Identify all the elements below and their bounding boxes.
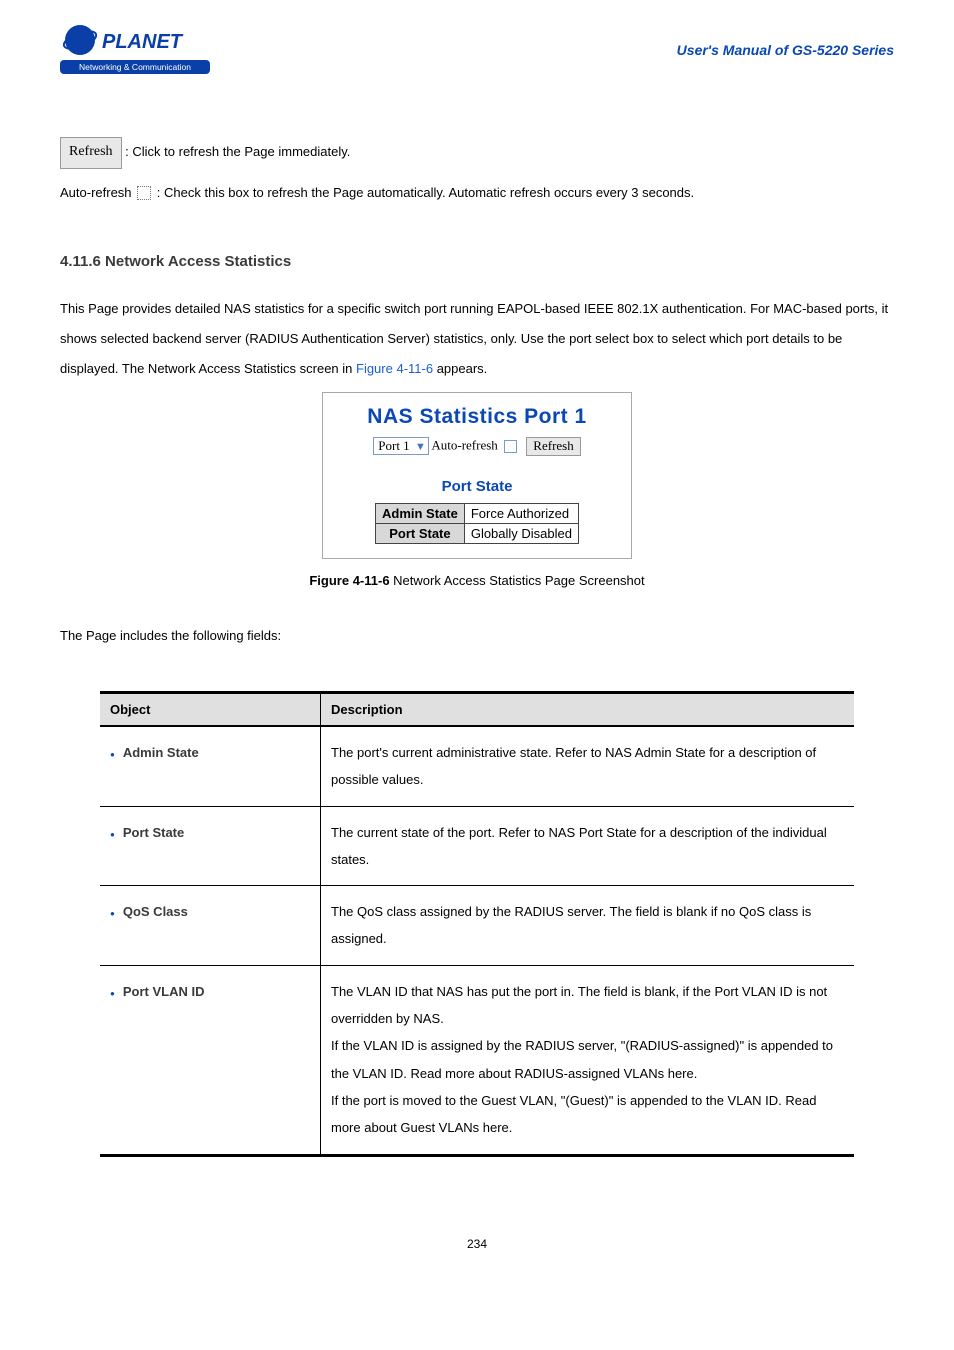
port-state-heading: Port State	[335, 478, 619, 495]
admin-state-label: Admin State	[375, 503, 464, 523]
chevron-down-icon: ▼	[413, 441, 426, 453]
bullet-icon: ●	[110, 829, 115, 842]
autorefresh-note-text: : Check this box to refresh the Page aut…	[157, 185, 694, 200]
section-para-tail: appears.	[433, 361, 487, 376]
logo-text-top: PLANET	[102, 31, 184, 53]
page-header: PLANET Networking & Communication User's…	[60, 22, 894, 77]
table-row: ● Admin State The port's current adminis…	[100, 726, 854, 806]
table-row: Admin State Force Authorized	[375, 503, 578, 523]
object-label: QoS Class	[123, 898, 188, 925]
figure-link[interactable]: Figure 4-11-6	[356, 361, 433, 376]
caption-prefix: Figure 4-11-6	[309, 573, 393, 588]
object-description: The QoS class assigned by the RADIUS ser…	[321, 886, 855, 966]
table-row: Port State Globally Disabled	[375, 523, 578, 543]
section-paragraph: This Page provides detailed NAS statisti…	[60, 294, 894, 384]
object-description: The current state of the port. Refer to …	[321, 806, 855, 886]
screenshot-title: NAS Statistics Port 1	[335, 405, 619, 429]
col-header-object: Object	[100, 692, 321, 726]
logo-text-bottom: Networking & Communication	[79, 62, 191, 72]
bullet-icon: ●	[110, 988, 115, 1001]
object-description: The port's current administrative state.…	[321, 726, 855, 806]
figure-caption: Figure 4-11-6 Network Access Statistics …	[60, 573, 894, 588]
screenshot-controls: Port 1 ▼ Auto-refresh Refresh	[335, 437, 619, 456]
port-state-table: Admin State Force Authorized Port State …	[375, 503, 579, 544]
port-state-label: Port State	[375, 523, 464, 543]
object-label: Admin State	[123, 739, 199, 766]
caption-text: Network Access Statistics Page Screensho…	[393, 573, 644, 588]
object-label: Port State	[123, 819, 184, 846]
port-select[interactable]: Port 1 ▼	[373, 437, 429, 455]
autorefresh-note-line: Auto-refresh : Check this box to refresh…	[60, 181, 894, 206]
table-row: ● Port VLAN ID The VLAN ID that NAS has …	[100, 965, 854, 1155]
object-label: Port VLAN ID	[123, 978, 205, 1005]
nas-statistics-screenshot: NAS Statistics Port 1 Port 1 ▼ Auto-refr…	[322, 392, 632, 559]
admin-state-value: Force Authorized	[464, 503, 578, 523]
manual-title: User's Manual of GS-5220 Series	[677, 42, 894, 58]
port-state-value: Globally Disabled	[464, 523, 578, 543]
port-select-value: Port 1	[378, 438, 409, 453]
bullet-icon: ●	[110, 908, 115, 921]
page-number: 234	[60, 1237, 894, 1251]
table-row: ● Port State The current state of the po…	[100, 806, 854, 886]
autorefresh-prefix: Auto-refresh	[60, 185, 135, 200]
col-header-description: Description	[321, 692, 855, 726]
fields-table: Object Description ● Admin State The por…	[100, 691, 854, 1157]
object-description: The VLAN ID that NAS has put the port in…	[321, 965, 855, 1155]
refresh-note-line: Refresh : Click to refresh the Page imme…	[60, 137, 894, 169]
checkbox-icon[interactable]	[137, 186, 151, 200]
fields-intro: The Page includes the following fields:	[60, 628, 894, 643]
refresh-button[interactable]: Refresh	[60, 137, 122, 169]
autorefresh-checkbox[interactable]	[504, 440, 517, 453]
screenshot-refresh-button[interactable]: Refresh	[526, 437, 580, 456]
section-heading: 4.11.6 Network Access Statistics	[60, 253, 894, 270]
page: PLANET Networking & Communication User's…	[0, 0, 954, 1291]
table-row: ● QoS Class The QoS class assigned by th…	[100, 886, 854, 966]
planet-logo: PLANET Networking & Communication	[60, 22, 215, 77]
refresh-note-text: : Click to refresh the Page immediately.	[125, 144, 350, 159]
autorefresh-label: Auto-refresh	[431, 437, 497, 452]
bullet-icon: ●	[110, 749, 115, 762]
